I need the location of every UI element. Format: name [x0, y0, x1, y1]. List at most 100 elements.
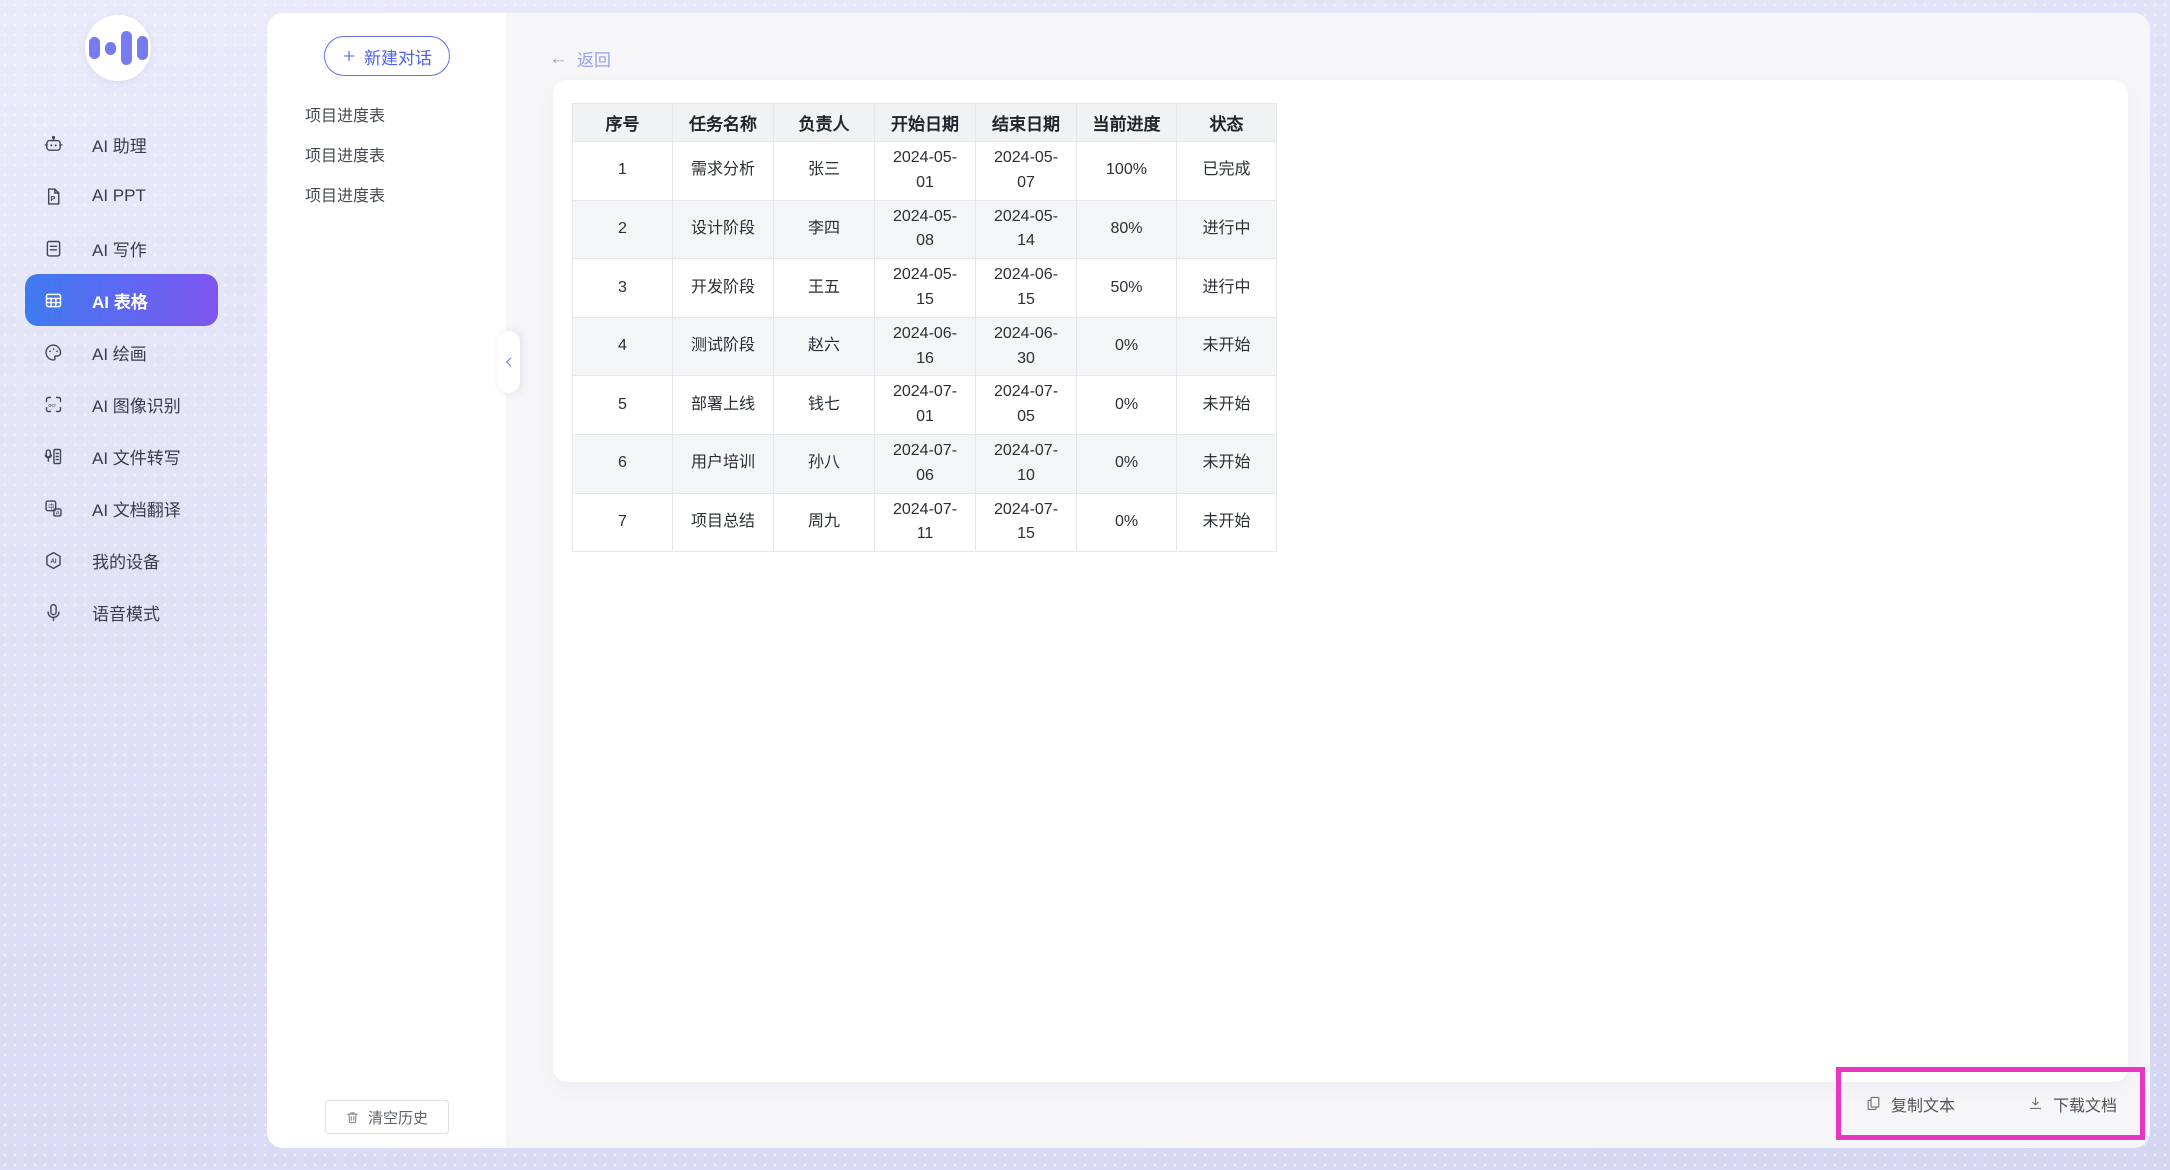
sidebar-item-label: AI PPT [92, 186, 146, 206]
table-cell: 2024-05-07 [976, 142, 1077, 201]
logo-bar [89, 37, 100, 59]
app-logo-icon [85, 15, 151, 81]
microphone-icon [43, 602, 64, 623]
clear-history-label: 清空历史 [368, 1107, 428, 1128]
back-link[interactable]: ← 返回 [549, 46, 611, 71]
sidebar-item-label: 语音模式 [92, 600, 160, 625]
sidebar-item-image-ocr[interactable]: ocrAI 图像识别 [25, 378, 218, 430]
table-cell: 钱七 [774, 376, 875, 435]
sidebar-nav: AI 助理 P AI PPT AI 写作 AI 表格 AI 绘画ocrAI 图像识别 AI … [0, 118, 267, 638]
table-cell: 2024-07-15 [976, 493, 1077, 552]
table-cell: 2024-06-30 [976, 317, 1077, 376]
svg-text:ocr: ocr [48, 402, 56, 408]
project-progress-table: 序号任务名称负责人开始日期结束日期当前进度状态 1需求分析张三2024-05-0… [572, 103, 1277, 552]
new-chat-button[interactable]: 新建对话 [324, 36, 450, 76]
table-cell: 50% [1077, 259, 1177, 318]
table-cell: 用户培训 [673, 434, 774, 493]
svg-text:A: A [56, 510, 60, 516]
copy-icon [1865, 1095, 1882, 1112]
sidebar-item-label: AI 表格 [92, 288, 148, 313]
robot-icon [43, 134, 64, 155]
table-cell: 张三 [774, 142, 875, 201]
collapse-panel-handle[interactable] [498, 331, 520, 393]
trash-icon [345, 1110, 360, 1125]
translate-icon: 中A [43, 498, 64, 519]
sidebar-item-transcribe[interactable]: AI 文件转写 [25, 430, 218, 482]
back-arrow-icon: ← [549, 49, 568, 68]
copy-text-button[interactable]: 复制文本 [1865, 1092, 1955, 1116]
table-cell: 进行中 [1177, 200, 1277, 259]
sidebar-item-painting[interactable]: AI 绘画 [25, 326, 218, 378]
table-cell: 未开始 [1177, 434, 1277, 493]
table-cell: 设计阶段 [673, 200, 774, 259]
sidebar-item-label: 我的设备 [92, 548, 160, 573]
table-header-cell: 状态 [1177, 104, 1277, 142]
chevron-left-icon [502, 355, 516, 369]
conversation-item[interactable]: 项目进度表 [267, 177, 506, 217]
table-row: 5部署上线钱七2024-07-012024-07-050%未开始 [573, 376, 1277, 435]
sidebar-item-label: AI 文件转写 [92, 444, 181, 469]
table-cell: 4 [573, 317, 673, 376]
palette-icon [43, 342, 64, 363]
table-cell: 孙八 [774, 434, 875, 493]
table-cell: 已完成 [1177, 142, 1277, 201]
actions-highlight-box: 复制文本 下载文档 [1836, 1067, 2145, 1140]
table-cell: 王五 [774, 259, 875, 318]
app-window: AI 助理 P AI PPT AI 写作 AI 表格 AI 绘画ocrAI 图像识别 AI … [0, 0, 2170, 1170]
table-cell: 未开始 [1177, 317, 1277, 376]
sidebar-item-ppt[interactable]: P AI PPT [25, 170, 218, 222]
sidebar-item-translate[interactable]: 中AAI 文档翻译 [25, 482, 218, 534]
table-row: 4测试阶段赵六2024-06-162024-06-300%未开始 [573, 317, 1277, 376]
table-cell: 部署上线 [673, 376, 774, 435]
table-cell: 进行中 [1177, 259, 1277, 318]
sidebar-item-voice[interactable]: 语音模式 [25, 586, 218, 638]
logo-bar [121, 31, 132, 65]
table-header-cell: 结束日期 [976, 104, 1077, 142]
download-doc-button[interactable]: 下载文档 [2027, 1092, 2117, 1116]
sidebar-item-label: AI 写作 [92, 236, 147, 261]
clear-history-button[interactable]: 清空历史 [325, 1100, 449, 1134]
table-cell: 周九 [774, 493, 875, 552]
table-header-row: 序号任务名称负责人开始日期结束日期当前进度状态 [573, 104, 1277, 142]
sidebar: AI 助理 P AI PPT AI 写作 AI 表格 AI 绘画ocrAI 图像识别 AI … [0, 0, 267, 1170]
table-header-cell: 当前进度 [1077, 104, 1177, 142]
table-cell: 2024-07-06 [875, 434, 976, 493]
table-cell: 2024-07-11 [875, 493, 976, 552]
table-header-cell: 开始日期 [875, 104, 976, 142]
ppt-file-icon: P [43, 186, 64, 207]
table-grid-icon [43, 290, 64, 311]
main-content: ← 返回 序号任务名称负责人开始日期结束日期当前进度状态 1需求分析张三2024… [506, 13, 2150, 1148]
conversation-list: 项目进度表项目进度表项目进度表 [267, 97, 506, 217]
table-cell: 7 [573, 493, 673, 552]
ocr-icon: ocr [43, 394, 64, 415]
table-cell: 2024-06-16 [875, 317, 976, 376]
mic-doc-icon [43, 446, 64, 467]
sidebar-item-devices[interactable]: AI 我的设备 [25, 534, 218, 586]
table-row: 3开发阶段王五2024-05-152024-06-1550%进行中 [573, 259, 1277, 318]
back-label: 返回 [577, 46, 611, 71]
table-cell: 2024-07-01 [875, 376, 976, 435]
table-cell: 2024-07-10 [976, 434, 1077, 493]
conversation-item[interactable]: 项目进度表 [267, 137, 506, 177]
writing-doc-icon [43, 238, 64, 259]
table-cell: 2024-05-14 [976, 200, 1077, 259]
table-cell: 2024-06-15 [976, 259, 1077, 318]
download-doc-label: 下载文档 [2053, 1092, 2117, 1116]
table-cell: 6 [573, 434, 673, 493]
conversation-item[interactable]: 项目进度表 [267, 97, 506, 137]
table-cell: 未开始 [1177, 493, 1277, 552]
table-header-cell: 负责人 [774, 104, 875, 142]
new-chat-label: 新建对话 [364, 44, 432, 69]
device-icon: AI [43, 550, 64, 571]
table-cell: 80% [1077, 200, 1177, 259]
sidebar-item-table[interactable]: AI 表格 [25, 274, 218, 326]
sidebar-item-writing[interactable]: AI 写作 [25, 222, 218, 274]
download-icon [2027, 1095, 2044, 1112]
table-row: 2设计阶段李四2024-05-082024-05-1480%进行中 [573, 200, 1277, 259]
table-cell: 项目总结 [673, 493, 774, 552]
table-header-cell: 任务名称 [673, 104, 774, 142]
table-cell: 0% [1077, 493, 1177, 552]
table-cell: 5 [573, 376, 673, 435]
sidebar-item-assistant[interactable]: AI 助理 [25, 118, 218, 170]
logo-bar [137, 36, 148, 60]
